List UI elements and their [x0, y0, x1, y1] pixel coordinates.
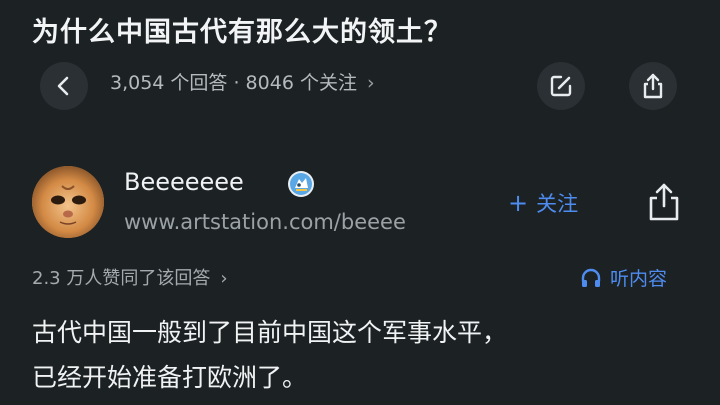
author-link[interactable]: www.artstation.com/beeee: [124, 210, 406, 234]
author-row: Beeeeeee www.artstation.com/beeee + 关注: [32, 160, 692, 250]
answer-line: 已经开始准备打欧洲了。: [32, 363, 308, 392]
question-stats[interactable]: 3,054 个回答 · 8046 个关注 ›: [110, 68, 375, 95]
agree-count[interactable]: 2.3 万人赞同了该回答 ›: [32, 264, 228, 290]
listen-button[interactable]: 听内容: [580, 264, 667, 291]
question-meta-row: 3,054 个回答 · 8046 个关注 ›: [32, 60, 692, 110]
chevron-left-icon: [57, 76, 69, 96]
avatar[interactable]: [32, 166, 104, 238]
agree-text: 2.3 万人赞同了该回答: [32, 268, 211, 289]
share-answer-button[interactable]: [644, 180, 684, 224]
edit-icon: [550, 75, 572, 97]
edit-button[interactable]: [537, 62, 585, 110]
answer-line: 古代中国一般到了目前中国这个军事水平，: [32, 318, 508, 347]
stats-text: 3,054 个回答 · 8046 个关注: [110, 72, 357, 94]
share-icon: [649, 183, 679, 221]
chevron-right-icon: ›: [366, 72, 375, 94]
cat-avatar-image: [32, 166, 104, 238]
follow-button[interactable]: + 关注: [508, 188, 578, 218]
headphones-icon: [581, 268, 601, 287]
share-icon: [643, 73, 663, 99]
share-button[interactable]: [629, 62, 677, 110]
back-button[interactable]: [40, 62, 88, 110]
question-title: 为什么中国古代有那么大的领土？: [32, 17, 452, 48]
chevron-right-icon: ›: [220, 268, 228, 289]
listen-label: 听内容: [610, 268, 668, 290]
follow-label: 关注: [536, 192, 579, 216]
author-name[interactable]: Beeeeeee: [124, 168, 244, 196]
verified-badge-icon: [288, 171, 314, 197]
answer-content: 古代中国一般到了目前中国这个军事水平， 已经开始准备打欧洲了。: [32, 310, 692, 400]
plus-icon: +: [508, 189, 529, 217]
